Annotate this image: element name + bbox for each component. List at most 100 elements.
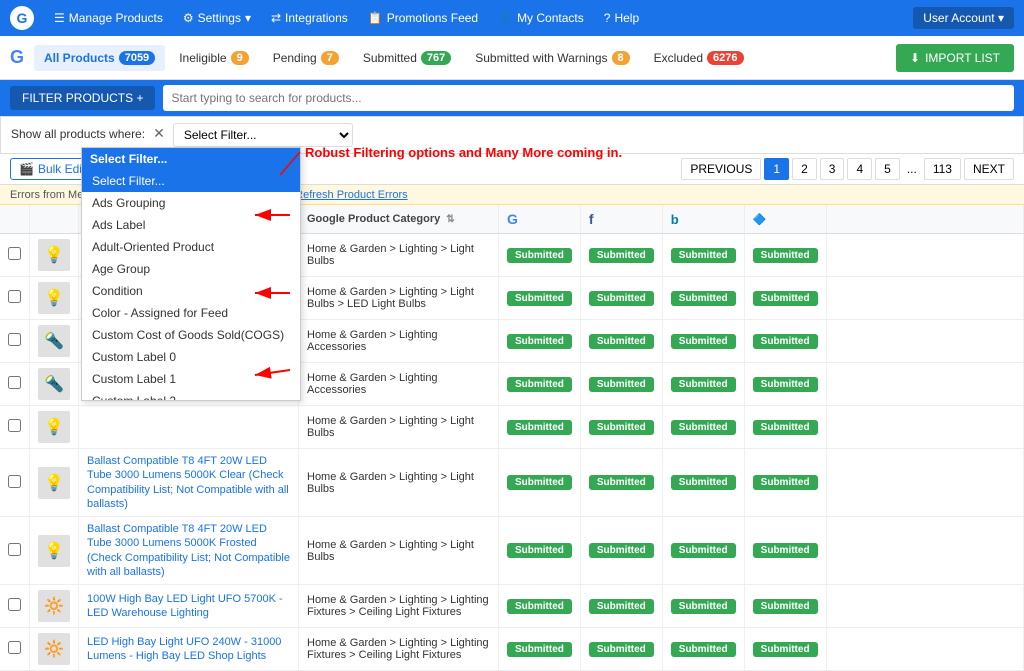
nav-manage-products[interactable]: ☰ Manage Products xyxy=(54,11,163,25)
col-image xyxy=(30,205,79,234)
product-image-7: 🔆 xyxy=(38,590,70,622)
row-checkbox-8[interactable] xyxy=(8,641,21,654)
dropdown-item-custom-label-1[interactable]: Custom Label 1 xyxy=(82,368,300,390)
dropdown-scroll-area[interactable]: Select Filter... Ads Grouping Ads Label … xyxy=(82,170,300,400)
dropdown-item-age-group[interactable]: Age Group xyxy=(82,258,300,280)
row-checkbox-0[interactable] xyxy=(8,247,21,260)
import-list-button[interactable]: ⬇ IMPORT LIST xyxy=(896,44,1014,72)
nav-integrations[interactable]: ⇄ Integrations xyxy=(271,11,348,25)
page-1-button[interactable]: 1 xyxy=(764,158,789,180)
errors-cell-1 xyxy=(826,277,1023,320)
row-checkbox-3[interactable] xyxy=(8,376,21,389)
help-icon: ? xyxy=(604,11,611,25)
sort-icon: ⇅ xyxy=(446,214,454,225)
product-image-8: 🔆 xyxy=(38,633,70,665)
dropdown-header: Select Filter... xyxy=(82,148,300,170)
google-status-2: Submitted xyxy=(507,334,572,349)
bing-status-4: Submitted xyxy=(671,420,736,435)
row-checkbox-6[interactable] xyxy=(8,543,21,556)
previous-page-button[interactable]: PREVIOUS xyxy=(681,158,761,180)
dropdown-item-ads-label[interactable]: Ads Label xyxy=(82,214,300,236)
page-4-button[interactable]: 4 xyxy=(847,158,872,180)
row-checkbox-7[interactable] xyxy=(8,598,21,611)
col-bing: b xyxy=(662,205,744,234)
page-last-button[interactable]: 113 xyxy=(924,158,961,180)
facebook-status-5: Submitted xyxy=(589,475,654,490)
bing-status-8: Submitted xyxy=(671,642,736,657)
other-status-2: Submitted xyxy=(753,334,818,349)
facebook-status-6: Submitted xyxy=(589,543,654,558)
errors-cell-3 xyxy=(826,363,1023,406)
top-navigation: G ☰ Manage Products ⚙ Settings ▾ ⇄ Integ… xyxy=(0,0,1024,36)
product-search-input[interactable] xyxy=(163,85,1014,111)
dropdown-item-adult-product[interactable]: Adult-Oriented Product xyxy=(82,236,300,258)
tab-submitted-warnings[interactable]: Submitted with Warnings 8 xyxy=(465,45,639,71)
product-category-8: Home & Garden > Lighting > Lighting Fixt… xyxy=(299,628,499,671)
errors-cell-7 xyxy=(826,585,1023,628)
tab-ineligible[interactable]: Ineligible 9 xyxy=(169,45,259,71)
product-name-8: LED High Bay Light UFO 240W - 31000 Lume… xyxy=(87,636,281,662)
row-checkbox-4[interactable] xyxy=(8,419,21,432)
product-category-7: Home & Garden > Lighting > Lighting Fixt… xyxy=(299,585,499,628)
dropdown-item-custom-label-0[interactable]: Custom Label 0 xyxy=(82,346,300,368)
dropdown-item-color[interactable]: Color - Assigned for Feed xyxy=(82,302,300,324)
row-checkbox-2[interactable] xyxy=(8,333,21,346)
filter-area: Show all products where: ✕ Select Filter… xyxy=(0,116,1024,154)
video-icon: 🎬 xyxy=(19,162,34,176)
tab-pending[interactable]: Pending 7 xyxy=(263,45,349,71)
nav-settings[interactable]: ⚙ Settings ▾ xyxy=(183,11,251,25)
col-errors xyxy=(826,205,1023,234)
dropdown-item-cogs[interactable]: Custom Cost of Goods Sold(COGS) xyxy=(82,324,300,346)
tab-excluded[interactable]: Excluded 6276 xyxy=(644,45,754,71)
nav-my-contacts[interactable]: 👤 My Contacts xyxy=(498,11,584,25)
filter-products-button[interactable]: FILTER PRODUCTS + xyxy=(10,86,155,110)
bing-status-0: Submitted xyxy=(671,248,736,263)
warnings-badge: 8 xyxy=(612,51,630,65)
page-2-button[interactable]: 2 xyxy=(792,158,817,180)
col-google: G xyxy=(499,205,581,234)
nav-promotions-feed[interactable]: 📋 Promotions Feed xyxy=(368,11,478,25)
download-icon: ⬇ xyxy=(910,51,920,65)
other-status-7: Submitted xyxy=(753,599,818,614)
dropdown-item-select-filter[interactable]: Select Filter... xyxy=(82,170,300,192)
dropdown-item-condition[interactable]: Condition xyxy=(82,280,300,302)
google-status-3: Submitted xyxy=(507,377,572,392)
bing-status-3: Submitted xyxy=(671,377,736,392)
row-checkbox-5[interactable] xyxy=(8,475,21,488)
tab-all-products[interactable]: All Products 7059 xyxy=(34,45,165,71)
table-row: 🔆 100W High Bay LED Light UFO 5700K - LE… xyxy=(0,585,1024,628)
product-name-5: Ballast Compatible T8 4FT 20W LED Tube 3… xyxy=(87,455,289,510)
filter-select[interactable]: Select Filter... xyxy=(173,123,353,147)
page-5-button[interactable]: 5 xyxy=(875,158,900,180)
product-name-7: 100W High Bay LED Light UFO 5700K - LED … xyxy=(87,593,283,619)
google-status-7: Submitted xyxy=(507,599,572,614)
bing-status-6: Submitted xyxy=(671,543,736,558)
google-status-1: Submitted xyxy=(507,291,572,306)
product-image-0: 💡 xyxy=(38,239,70,271)
next-page-button[interactable]: NEXT xyxy=(964,158,1014,180)
errors-cell-4 xyxy=(826,406,1023,449)
dropdown-item-ads-grouping[interactable]: Ads Grouping xyxy=(82,192,300,214)
nav-help[interactable]: ? Help xyxy=(604,11,639,25)
pagination: PREVIOUS 1 2 3 4 5 ... 113 NEXT xyxy=(681,158,1014,180)
user-account-button[interactable]: User Account ▾ xyxy=(913,7,1014,29)
row-checkbox-1[interactable] xyxy=(8,290,21,303)
product-image-6: 💡 xyxy=(38,535,70,567)
col-checkbox xyxy=(0,205,30,234)
dropdown-item-custom-label-2[interactable]: Custom Label 2 xyxy=(82,390,300,400)
google-status-4: Submitted xyxy=(507,420,572,435)
product-name-6: Ballast Compatible T8 4FT 20W LED Tube 3… xyxy=(87,523,290,578)
facebook-status-2: Submitted xyxy=(589,334,654,349)
page-3-button[interactable]: 3 xyxy=(820,158,845,180)
facebook-status-0: Submitted xyxy=(589,248,654,263)
col-facebook: f xyxy=(580,205,662,234)
product-category-2: Home & Garden > Lighting Accessories xyxy=(299,320,499,363)
errors-cell-8 xyxy=(826,628,1023,671)
filter-close-button[interactable]: ✕ xyxy=(153,123,165,142)
bing-status-2: Submitted xyxy=(671,334,736,349)
product-category-1: Home & Garden > Lighting > Light Bulbs >… xyxy=(299,277,499,320)
refresh-errors-link[interactable]: Refresh Product Errors xyxy=(295,189,407,201)
other-status-1: Submitted xyxy=(753,291,818,306)
google-status-8: Submitted xyxy=(507,642,572,657)
tab-submitted[interactable]: Submitted 767 xyxy=(353,45,461,71)
